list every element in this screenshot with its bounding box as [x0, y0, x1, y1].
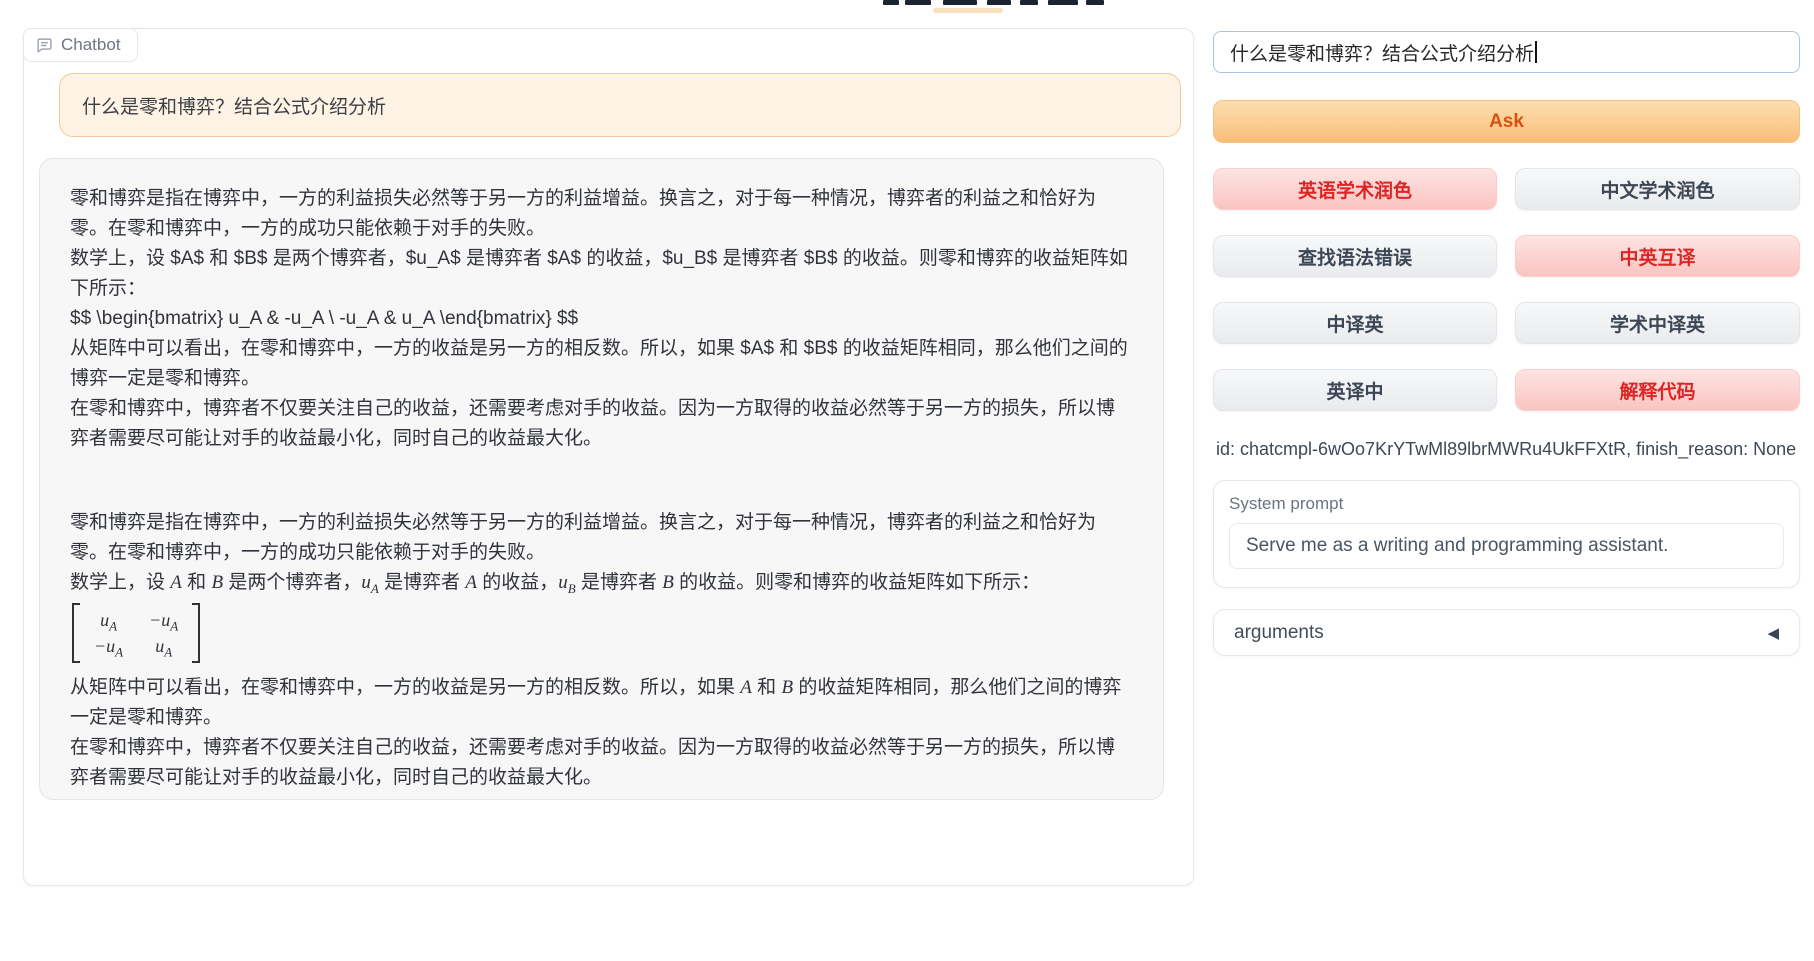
chatbot-panel: Chatbot 什么是零和博弈？结合公式介绍分析 零和博弈是指在博弈中，一方的利… [23, 28, 1194, 886]
chat-bubble-icon [36, 37, 53, 54]
bot-paragraph: 数学上，设 A 和 B 是两个博弈者，uA 是博弈者 A 的收益，uB 是博弈者… [70, 568, 1133, 598]
message-gap [70, 454, 1133, 508]
system-prompt-label: System prompt [1229, 494, 1784, 514]
system-prompt-card: System prompt Serve me as a writing and … [1213, 480, 1800, 588]
button-zh-to-en[interactable]: 中译英 [1213, 302, 1497, 344]
system-prompt-input[interactable]: Serve me as a writing and programming as… [1229, 523, 1784, 569]
chatbot-label-text: Chatbot [61, 35, 121, 55]
bot-paragraph: 在零和博弈中，博弈者不仅要关注自己的收益，还需要考虑对手的收益。因为一方取得的收… [70, 733, 1133, 793]
bot-message-rendered: 零和博弈是指在博弈中，一方的利益损失必然等于另一方的利益增益。换言之，对于每一种… [70, 508, 1133, 793]
user-message-text: 什么是零和博弈？结合公式介绍分析 [82, 92, 386, 119]
matrix-cell: uA [94, 608, 123, 632]
math-uA: uA [361, 572, 378, 593]
button-en-to-zh[interactable]: 英译中 [1213, 369, 1497, 411]
question-input[interactable]: 什么是零和博弈？结合公式介绍分析 [1213, 31, 1800, 73]
button-chinese-academic-polish[interactable]: 中文学术润色 [1515, 168, 1800, 210]
arguments-accordion-label: arguments [1234, 622, 1324, 644]
button-explain-code[interactable]: 解释代码 [1515, 369, 1800, 411]
button-find-grammar-errors[interactable]: 查找语法错误 [1213, 235, 1497, 277]
bot-paragraph-latex: $$ \begin{bmatrix} u_A & -u_A \ -u_A & u… [70, 304, 1133, 334]
bot-message-bubble: 零和博弈是指在博弈中，一方的利益损失必然等于另一方的利益增益。换言之，对于每一种… [39, 158, 1164, 800]
matrix-cell: −uA [94, 634, 123, 658]
user-message-bubble: 什么是零和博弈？结合公式介绍分析 [59, 73, 1181, 137]
bot-paragraph: 零和博弈是指在博弈中，一方的利益损失必然等于另一方的利益增益。换言之，对于每一种… [70, 184, 1133, 244]
bot-paragraph: 数学上，设 $A$ 和 $B$ 是两个博弈者，$u_A$ 是博弈者 $A$ 的收… [70, 244, 1133, 304]
matrix-bracket-left [72, 603, 80, 663]
clipped-page-title [880, 0, 1120, 6]
ask-button[interactable]: Ask [1213, 100, 1800, 143]
accordion-collapsed-icon: ◀ [1767, 624, 1779, 642]
response-status-text: id: chatcmpl-6wOo7KrYTwMl89lbrMWRu4UkFFX… [1216, 439, 1796, 460]
bot-message-raw: 零和博弈是指在博弈中，一方的利益损失必然等于另一方的利益增益。换言之，对于每一种… [70, 184, 1133, 454]
button-academic-zh-to-en[interactable]: 学术中译英 [1515, 302, 1800, 344]
math-uB: uB [558, 572, 575, 593]
bot-paragraph: 零和博弈是指在博弈中，一方的利益损失必然等于另一方的利益增益。换言之，对于每一种… [70, 508, 1133, 568]
bot-paragraph: 在零和博弈中，博弈者不仅要关注自己的收益，还需要考虑对手的收益。因为一方取得的收… [70, 394, 1133, 454]
system-prompt-value: Serve me as a writing and programming as… [1246, 535, 1668, 557]
matrix-bracket-right [192, 603, 200, 663]
question-input-value: 什么是零和博弈？结合公式介绍分析 [1230, 39, 1534, 66]
chatbot-label: Chatbot [23, 28, 138, 62]
function-button-grid: 英语学术润色 中文学术润色 查找语法错误 中英互译 中译英 学术中译英 英译中 … [1213, 168, 1800, 411]
clipped-title-highlight [933, 8, 1003, 13]
bot-paragraph: 从矩阵中可以看出，在零和博弈中，一方的收益是另一方的相反数。所以，如果 A 和 … [70, 673, 1133, 733]
matrix-cell: uA [149, 634, 178, 658]
payoff-matrix: uA −uA −uA uA [72, 603, 200, 663]
app-page: Chatbot 什么是零和博弈？结合公式介绍分析 零和博弈是指在博弈中，一方的利… [0, 0, 1814, 961]
bot-paragraph: 从矩阵中可以看出，在零和博弈中，一方的收益是另一方的相反数。所以，如果 $A$ … [70, 334, 1133, 394]
arguments-accordion[interactable]: arguments ◀ [1213, 609, 1800, 656]
button-english-academic-polish[interactable]: 英语学术润色 [1213, 168, 1497, 210]
text-caret [1535, 41, 1537, 63]
matrix-cell: −uA [149, 608, 178, 632]
button-zh-en-translate[interactable]: 中英互译 [1515, 235, 1800, 277]
